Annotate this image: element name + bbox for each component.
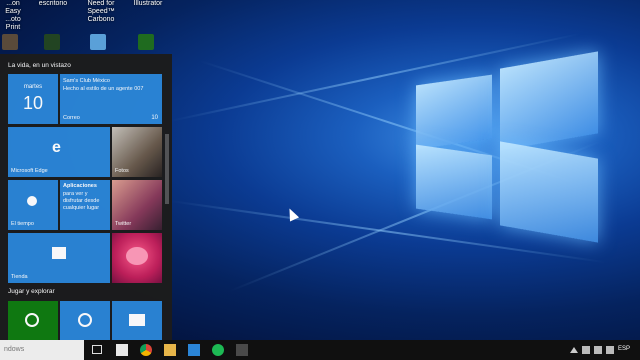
apps-promo-line: cualquier lugar — [63, 205, 100, 211]
app-shortcut-icon[interactable] — [90, 34, 106, 50]
search-box[interactable]: ndows — [0, 340, 84, 360]
calendar-day: martes — [23, 84, 43, 90]
desktop-icon-label[interactable]: escritorio — [36, 0, 70, 8]
xbox-icon — [25, 313, 39, 327]
spotify-icon[interactable] — [212, 344, 224, 356]
start-menu-scrollbar[interactable] — [165, 134, 169, 204]
store-bag-icon — [52, 247, 66, 259]
app-icon[interactable] — [236, 344, 248, 356]
calendar-date: 10 — [22, 93, 44, 113]
candy-icon — [126, 247, 148, 265]
windows-logo-pane — [416, 74, 492, 150]
twitter-tile[interactable]: Twitter — [112, 180, 162, 230]
notification-icon[interactable] — [606, 346, 614, 354]
groove-music-tile[interactable] — [60, 301, 110, 340]
photos-tile[interactable]: Fotos — [112, 127, 162, 177]
candy-crush-tile[interactable] — [112, 233, 162, 283]
desktop-icon-label[interactable]: Illustrator — [130, 0, 166, 8]
mail-preview: Hecho al estilo de un agente 007 — [63, 86, 144, 92]
mail-tile[interactable]: Sam's Club México Hecho al estilo de un … — [60, 74, 162, 124]
edge-label: Microsoft Edge — [11, 168, 48, 174]
apps-promo-line: para ver y — [63, 191, 88, 197]
desktop-icon-label[interactable]: ...on Easy ...oto Print — [0, 0, 26, 32]
app-shortcut-icon[interactable] — [44, 34, 60, 50]
store-tile[interactable]: Tienda — [8, 233, 110, 283]
movies-tv-tile[interactable] — [112, 301, 162, 340]
chrome-icon[interactable] — [140, 344, 152, 356]
start-menu: La vida, en un vistazo martes 10 Sam's C… — [0, 54, 172, 340]
calendar-tile[interactable]: martes 10 — [8, 74, 58, 124]
volume-icon[interactable] — [594, 346, 602, 354]
app-shortcut-icon[interactable] — [2, 34, 18, 50]
edge-tile[interactable]: e Microsoft Edge — [8, 127, 110, 177]
language-indicator[interactable]: ESP — [618, 346, 630, 352]
music-disc-icon — [78, 313, 92, 327]
windows-logo-pane — [500, 141, 598, 243]
taskbar: ndows ESP — [0, 340, 640, 360]
store-label: Tienda — [11, 274, 28, 280]
desktop-icons: ...on Easy ...oto Print escritorio Need … — [0, 0, 172, 54]
sun-icon — [27, 196, 37, 206]
mail-sender: Sam's Club México — [63, 78, 110, 84]
calculator-icon[interactable] — [116, 344, 128, 356]
weather-label: El tiempo — [11, 221, 34, 227]
apps-promo-tile[interactable]: Aplicaciones para ver y disfrutar desde … — [60, 180, 110, 230]
windows-logo-pane — [500, 51, 598, 151]
twitter-label: Twitter — [115, 221, 132, 227]
apps-promo-line: disfrutar desde — [63, 198, 100, 204]
edge-icon: e — [52, 139, 61, 156]
section-title: Jugar y explorar — [8, 288, 55, 295]
desktop-icon-label[interactable]: Need for Speed™ Carbono — [76, 0, 126, 24]
mail-count-badge: 10 — [151, 115, 158, 121]
windows-logo-pane — [416, 144, 492, 220]
xbox-tile[interactable] — [8, 301, 58, 340]
chevron-up-icon[interactable] — [570, 347, 578, 353]
photos-label: Fotos — [115, 168, 129, 174]
task-view-icon[interactable] — [92, 345, 102, 354]
weather-tile[interactable]: El tiempo — [8, 180, 58, 230]
network-icon[interactable] — [582, 346, 590, 354]
file-explorer-icon[interactable] — [164, 344, 176, 356]
section-title: La vida, en un vistazo — [8, 62, 71, 69]
clapperboard-icon — [129, 314, 145, 326]
store-icon[interactable] — [188, 344, 200, 356]
apps-promo-title: Aplicaciones — [63, 183, 97, 189]
mail-app-name: Correo — [63, 115, 80, 121]
app-shortcut-icon[interactable] — [138, 34, 154, 50]
